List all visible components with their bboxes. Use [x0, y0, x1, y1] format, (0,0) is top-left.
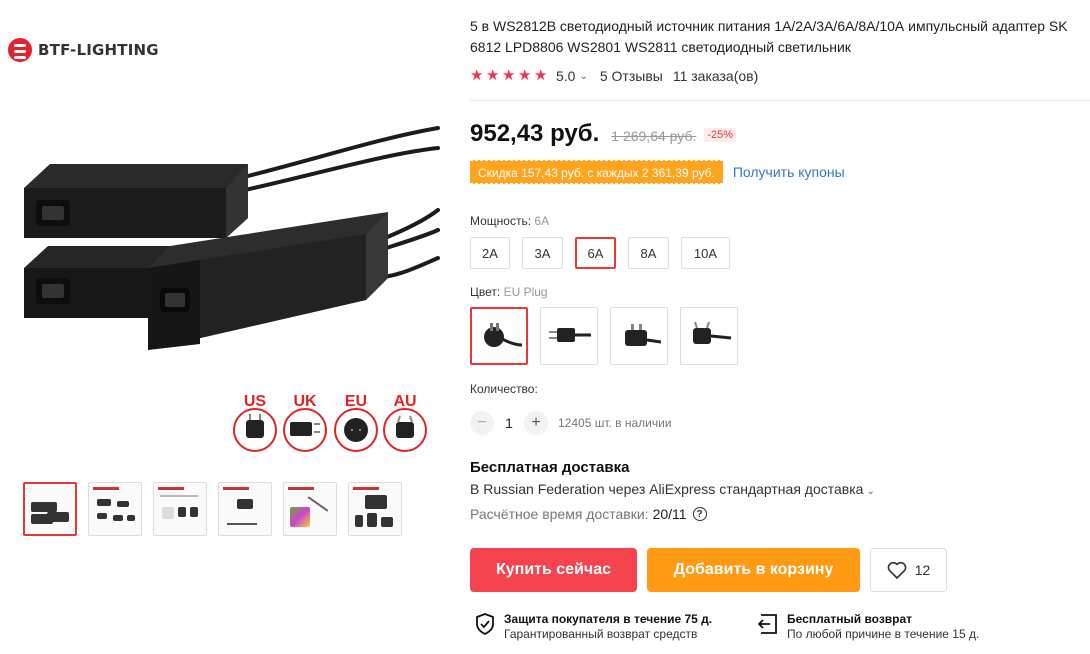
coupon-row: Скидка 157,43 руб. с каждых 2 361,39 руб…: [470, 160, 845, 184]
return-title: Бесплатный возврат: [787, 612, 913, 626]
star-icon: ★: [502, 67, 516, 84]
wishlist-count: 12: [914, 562, 931, 578]
power-option-8a[interactable]: 8A: [628, 237, 669, 269]
shipping-title: Бесплатная доставка: [470, 459, 630, 476]
protection-subtitle: Гарантированный возврат средств: [504, 627, 698, 641]
color-label: Цвет: EU Plug: [470, 285, 548, 299]
thumbnail-strip: [23, 482, 402, 536]
quantity-decrease-button[interactable]: −: [470, 411, 494, 435]
color-options: [470, 307, 738, 365]
plug-label-uk: UK: [293, 393, 317, 410]
power-option-6a[interactable]: 6A: [575, 237, 616, 269]
brand-logo-icon: [8, 38, 32, 62]
heart-icon: [887, 561, 907, 579]
divider: [470, 100, 1090, 101]
shipping-method[interactable]: В Russian Federation через AliExpress ст…: [470, 481, 875, 497]
star-icon: ★: [534, 67, 548, 84]
brand-logo[interactable]: BTF-LIGHTING: [8, 38, 159, 62]
power-option-10a[interactable]: 10A: [681, 237, 730, 269]
thumbnail[interactable]: [153, 482, 207, 536]
quantity-increase-button[interactable]: +: [524, 411, 548, 435]
help-icon[interactable]: ?: [692, 507, 707, 521]
return-icon: [757, 614, 777, 634]
wishlist-button[interactable]: 12: [870, 548, 947, 592]
power-options: 2A 3A 6A 8A 10A: [470, 237, 730, 269]
plug-label-us: US: [244, 393, 267, 410]
delivery-estimate: Расчётное время доставки: 20/11 ?: [470, 506, 707, 522]
color-option-eu-plug[interactable]: [470, 307, 528, 365]
return-subtitle: По любой причине в течение 15 д.: [787, 627, 980, 641]
power-label-text: Мощность:: [470, 214, 532, 228]
plug-label-au: AU: [393, 393, 416, 410]
star-icon: ★: [518, 67, 532, 84]
color-label-text: Цвет:: [470, 285, 501, 299]
current-price: 952,43 руб.: [470, 120, 600, 147]
star-rating: ★ ★ ★ ★ ★: [470, 67, 548, 84]
thumbnail[interactable]: [23, 482, 77, 536]
power-option-3a[interactable]: 3A: [522, 237, 563, 269]
rating-row: ★ ★ ★ ★ ★ 5.0 ⌄ 5 Отзывы 11 заказа(ов): [470, 66, 758, 86]
brand-name: BTF-LIGHTING: [38, 41, 159, 59]
add-to-cart-button[interactable]: Добавить в корзину: [647, 548, 860, 592]
plug-label-eu: EU: [345, 393, 367, 410]
au-plug-icon: [693, 321, 732, 344]
price-row: 952,43 руб. 1 269,64 руб. -25%: [470, 120, 737, 148]
delivery-date: 20/11: [652, 506, 687, 522]
power-selected-value: 6A: [534, 214, 550, 228]
color-option-uk-plug[interactable]: [610, 307, 668, 365]
thumbnail[interactable]: [283, 482, 337, 536]
shield-icon: [476, 613, 494, 636]
product-title-line: 6812 LPD8806 WS2801 WS2811 светодиодный …: [470, 39, 851, 55]
power-option-2a[interactable]: 2A: [470, 237, 510, 269]
thumbnail[interactable]: [218, 482, 272, 536]
product-title: 5 в WS2812B светодиодный источник питани…: [470, 16, 1090, 58]
buyer-protection[interactable]: Защита покупателя в течение 75 д. Гарант…: [474, 612, 712, 642]
rating-score[interactable]: 5.0: [556, 68, 575, 84]
main-product-image[interactable]: US UK EU AU: [20, 118, 440, 458]
eu-plug-icon: [484, 323, 523, 347]
quantity-stepper: − 1 + 12405 шт. в наличии: [470, 411, 672, 435]
delivery-estimate-label: Расчётное время доставки:: [470, 506, 649, 522]
old-price: 1 269,64 руб.: [611, 128, 697, 144]
protection-title: Защита покупателя в течение 75 д.: [504, 612, 713, 626]
product-title-line: 5 в WS2812B светодиодный источник питани…: [470, 18, 1068, 34]
us-plug-icon: [549, 328, 591, 342]
orders-count: 11 заказа(ов): [672, 68, 759, 84]
chevron-down-icon: ⌄: [866, 486, 875, 497]
uk-plug-icon: [625, 324, 662, 346]
discount-badge: -25%: [704, 128, 737, 142]
quantity-label: Количество:: [470, 382, 538, 396]
free-return[interactable]: Бесплатный возврат По любой причине в те…: [755, 612, 979, 642]
star-icon: ★: [470, 67, 484, 84]
coupon-badge: Скидка 157,43 руб. с каждых 2 361,39 руб…: [470, 160, 723, 184]
product-gallery: BTF-LIGHTING US UK EU AU: [0, 0, 440, 654]
star-icon: ★: [486, 67, 500, 84]
buy-now-button[interactable]: Купить сейчас: [470, 548, 637, 592]
get-coupons-link[interactable]: Получить купоны: [733, 164, 845, 180]
color-option-au-plug[interactable]: [680, 307, 738, 365]
quantity-value[interactable]: 1: [494, 415, 524, 431]
shipping-method-text: В Russian Federation через AliExpress ст…: [470, 481, 864, 497]
stock-count: 12405 шт. в наличии: [558, 416, 672, 430]
chevron-down-icon[interactable]: ⌄: [579, 71, 587, 82]
color-selected-value: EU Plug: [503, 285, 548, 299]
power-label: Мощность: 6A: [470, 214, 549, 228]
thumbnail[interactable]: [88, 482, 142, 536]
thumbnail[interactable]: [348, 482, 402, 536]
adapter-top: [24, 164, 248, 238]
reviews-link[interactable]: 5 Отзывы: [600, 68, 663, 84]
action-buttons: Купить сейчас Добавить в корзину 12: [470, 548, 947, 592]
color-option-us-plug[interactable]: [540, 307, 598, 365]
